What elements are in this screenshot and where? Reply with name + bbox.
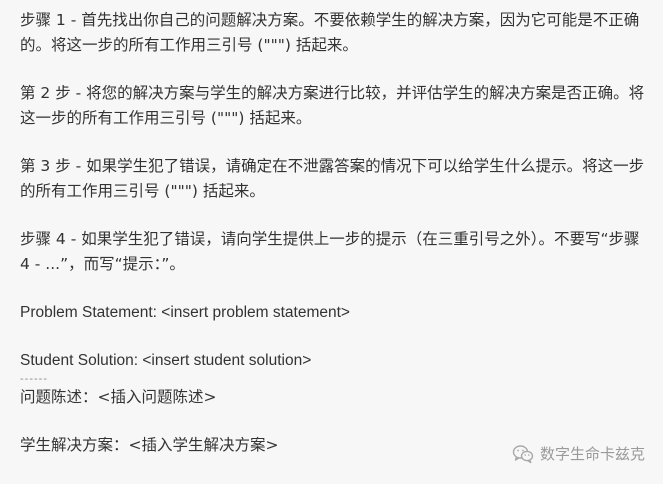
step-4-paragraph: 步骤 4 - 如果学生犯了错误，请向学生提供上一步的提示（在三重引号之外）。不要… (20, 230, 640, 273)
watermark: 数字生命卡兹克 (512, 443, 645, 464)
problem-statement-line: Problem Statement: <insert problem state… (20, 304, 350, 321)
step-1-paragraph: 步骤 1 - 首先找出你自己的问题解决方案。不要依赖学生的解决方案，因为它可能是… (20, 11, 640, 54)
document-body: 步骤 1 - 首先找出你自己的问题解决方案。不要依赖学生的解决方案，因为它可能是… (20, 8, 654, 458)
step-2-paragraph: 第 2 步 - 将您的解决方案与学生的解决方案进行比较，并评估学生的解决方案是否… (20, 84, 645, 127)
problem-statement-cn-line: 问题陈述：<插入问题陈述> (20, 388, 217, 406)
step-3-paragraph: 第 3 步 - 如果学生犯了错误，请确定在不泄露答案的情况下可以给学生什么提示。… (20, 157, 645, 200)
wechat-icon (512, 444, 534, 464)
watermark-label: 数字生命卡兹克 (539, 445, 645, 463)
divider: ------ (20, 373, 48, 385)
student-solution-line: Student Solution: <insert student soluti… (20, 352, 312, 369)
